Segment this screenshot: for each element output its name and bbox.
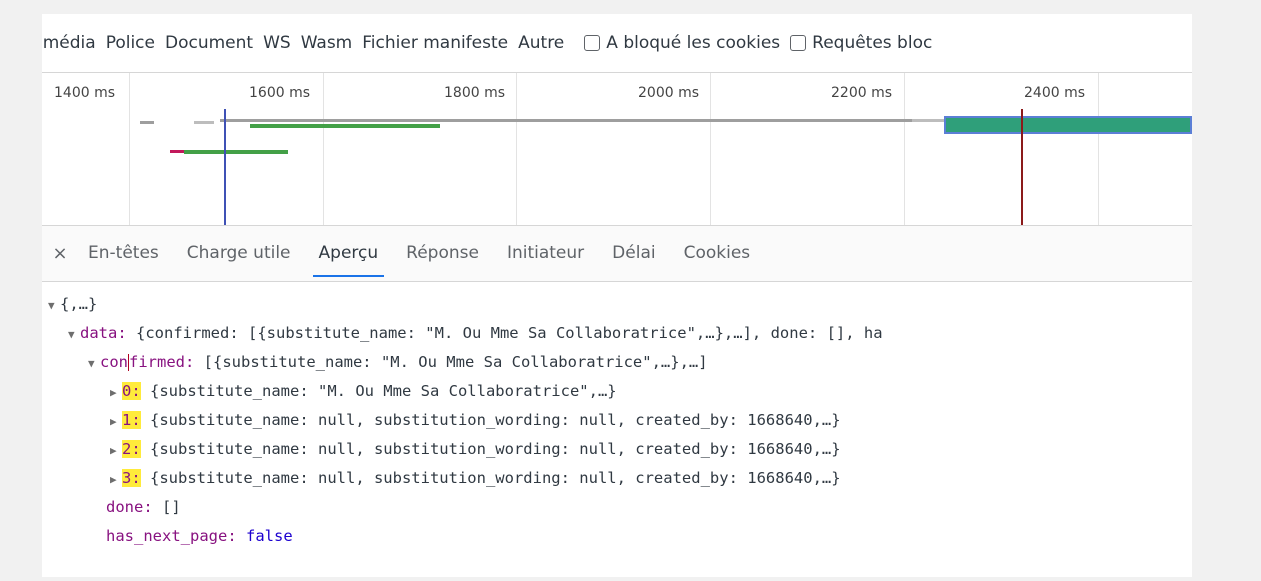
blocked-requests-label: Requêtes bloc xyxy=(812,33,933,53)
list-item[interactable]: ▶ 0: {substitute_name: "M. Ou Mme Sa Coll… xyxy=(48,377,1192,406)
blocked-requests-checkbox[interactable]: Requêtes bloc xyxy=(790,33,932,53)
collapsed-triangle-icon[interactable]: ▶ xyxy=(110,378,122,407)
confirmed-summary: [{substitute_name: "M. Ou Mme Sa Collabo… xyxy=(203,353,708,371)
tab-timing[interactable]: Délai xyxy=(598,226,669,281)
request-bar xyxy=(140,121,154,124)
expand-triangle-icon[interactable]: ▼ xyxy=(88,349,100,378)
tick-label: 1400 ms xyxy=(54,85,116,101)
filter-media[interactable]: imédia xyxy=(42,33,96,53)
tick-label: 2000 ms xyxy=(638,85,700,101)
item-index: 3: xyxy=(122,469,141,487)
filter-wasm[interactable]: Wasm xyxy=(301,33,353,53)
tree-node-done: done: [] xyxy=(48,493,1192,522)
list-item[interactable]: ▶ 3: {substitute_name: null, substitution… xyxy=(48,464,1192,493)
request-bar xyxy=(250,124,440,128)
checkbox-box[interactable] xyxy=(790,35,807,51)
tab-preview[interactable]: Aperçu xyxy=(305,226,393,281)
dom-content-loaded-marker xyxy=(224,109,226,225)
tick-label: 2200 ms xyxy=(831,85,893,101)
list-item[interactable]: ▶ 2: {substitute_name: null, substitution… xyxy=(48,435,1192,464)
item-index: 0: xyxy=(122,382,141,400)
request-bar xyxy=(184,150,288,154)
item-index: 1: xyxy=(122,411,141,429)
filter-bar: imédia Police Document WS Wasm Fichier m… xyxy=(42,14,1192,72)
json-preview-tree: ▼ {,…} ▼ data: {confirmed: [{substitute_na… xyxy=(48,290,1192,551)
selected-request-block xyxy=(944,116,1192,134)
expand-triangle-icon[interactable]: ▼ xyxy=(68,320,80,349)
grid-line xyxy=(1098,73,1099,225)
done-value: [] xyxy=(162,498,181,516)
close-icon[interactable]: × xyxy=(46,243,74,264)
grid-line xyxy=(129,73,130,225)
grid-line xyxy=(516,73,517,225)
confirmed-key-start: con xyxy=(100,353,128,371)
load-event-marker xyxy=(1021,109,1023,225)
tab-payload[interactable]: Charge utile xyxy=(173,226,305,281)
network-timeline-overview[interactable]: 1400 ms 1600 ms 1800 ms 2000 ms 2200 ms … xyxy=(42,73,1192,225)
tab-headers[interactable]: En-têtes xyxy=(74,226,173,281)
filter-ws[interactable]: WS xyxy=(263,33,291,53)
has-next-page-value: false xyxy=(246,527,293,545)
tick-label: 2400 ms xyxy=(1024,85,1086,101)
divider xyxy=(42,281,1192,282)
data-summary: {confirmed: [{substitute_name: "M. Ou Mm… xyxy=(136,324,883,342)
data-key: data: xyxy=(80,324,127,342)
item-summary: {substitute_name: null, substitution_wor… xyxy=(150,469,841,487)
tree-node-confirmed[interactable]: ▼ confirmed: [{substitute_name: "M. Ou Mm… xyxy=(48,348,1192,377)
blocked-cookies-checkbox[interactable]: A bloqué les cookies xyxy=(584,33,780,53)
tick-label: 1800 ms xyxy=(444,85,506,101)
filter-document[interactable]: Document xyxy=(165,33,253,53)
tick-label: 1600 ms xyxy=(249,85,311,101)
item-summary: {substitute_name: null, substitution_wor… xyxy=(150,440,841,458)
request-detail-tabs: × En-têtes Charge utile Aperçu Réponse I… xyxy=(42,226,1192,281)
request-bar xyxy=(912,119,944,122)
blocked-cookies-label: A bloqué les cookies xyxy=(606,33,781,53)
item-summary: {substitute_name: null, substitution_wor… xyxy=(150,411,841,429)
request-bar xyxy=(170,150,184,153)
collapsed-triangle-icon[interactable]: ▶ xyxy=(110,407,122,436)
tab-response[interactable]: Réponse xyxy=(392,226,493,281)
filter-other[interactable]: Autre xyxy=(518,33,564,53)
tree-node-data[interactable]: ▼ data: {confirmed: [{substitute_name: "M… xyxy=(48,319,1192,348)
checkbox-box[interactable] xyxy=(584,35,601,51)
grid-line xyxy=(323,73,324,225)
item-summary: {substitute_name: "M. Ou Mme Sa Collabor… xyxy=(150,382,617,400)
has-next-page-key: has_next_page: xyxy=(106,527,237,545)
expand-triangle-icon[interactable]: ▼ xyxy=(48,291,60,320)
collapsed-triangle-icon[interactable]: ▶ xyxy=(110,465,122,494)
tab-initiator[interactable]: Initiateur xyxy=(493,226,598,281)
request-bar xyxy=(194,121,214,124)
list-item[interactable]: ▶ 1: {substitute_name: null, substitution… xyxy=(48,406,1192,435)
tree-root[interactable]: ▼ {,…} xyxy=(48,290,1192,319)
item-index: 2: xyxy=(122,440,141,458)
request-bar xyxy=(220,119,940,122)
root-summary: {,…} xyxy=(60,295,98,313)
filter-manifest[interactable]: Fichier manifeste xyxy=(362,33,508,53)
filter-font[interactable]: Police xyxy=(106,33,155,53)
collapsed-triangle-icon[interactable]: ▶ xyxy=(110,436,122,465)
grid-line xyxy=(904,73,905,225)
devtools-network-panel: imédia Police Document WS Wasm Fichier m… xyxy=(42,14,1192,577)
tree-node-has-next-page: has_next_page: false xyxy=(48,522,1192,551)
done-key: done: xyxy=(106,498,153,516)
confirmed-key-end: firmed: xyxy=(129,353,195,371)
tab-cookies[interactable]: Cookies xyxy=(670,226,765,281)
grid-line xyxy=(710,73,711,225)
